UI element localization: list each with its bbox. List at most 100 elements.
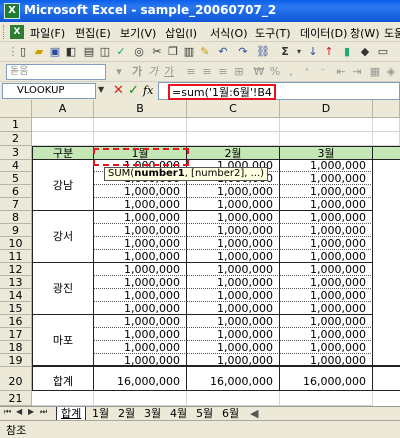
- percent-icon[interactable]: %: [268, 65, 282, 79]
- cell-d11[interactable]: 1,000,000: [280, 250, 373, 263]
- cell-b18[interactable]: 1,000,000: [94, 341, 187, 354]
- table-header-category[interactable]: 구분: [32, 146, 94, 160]
- cell-b14[interactable]: 1,000,000: [94, 289, 187, 302]
- cell-d21[interactable]: [280, 391, 373, 406]
- cell-b11[interactable]: 1,000,000: [94, 250, 187, 263]
- cell-b2[interactable]: [94, 132, 187, 146]
- italic-icon[interactable]: 가: [146, 65, 160, 79]
- decrease-decimal-icon[interactable]: ⁻: [316, 65, 330, 79]
- menu-tools[interactable]: 도구(T): [255, 25, 291, 41]
- cell-b7[interactable]: 1,000,000: [94, 198, 187, 211]
- decrease-indent-icon[interactable]: ⇤: [334, 65, 348, 79]
- menu-file[interactable]: 파일(F): [30, 25, 65, 41]
- row-header-12[interactable]: 12: [0, 263, 32, 276]
- cell-c20[interactable]: 16,000,000: [187, 367, 280, 391]
- chart-wizard-icon[interactable]: ▮: [340, 45, 354, 59]
- cell-a2[interactable]: [32, 132, 94, 146]
- cell-d18[interactable]: 1,000,000: [280, 341, 373, 354]
- menu-edit[interactable]: 편집(E): [75, 25, 111, 41]
- name-box[interactable]: VLOOKUP: [2, 83, 96, 99]
- cell-c6[interactable]: 1,000,000: [187, 185, 280, 198]
- sheet-tab-month-1[interactable]: 1월: [92, 407, 109, 421]
- open-icon[interactable]: ▰: [32, 45, 46, 59]
- col-header-a[interactable]: A: [32, 100, 94, 118]
- autosum-icon[interactable]: Σ: [278, 45, 292, 59]
- currency-icon[interactable]: ₩: [252, 65, 266, 79]
- sheet-tab-month-4[interactable]: 4월: [170, 407, 187, 421]
- cancel-icon[interactable]: ✕: [113, 83, 124, 98]
- cell-c12[interactable]: 1,000,000: [187, 263, 280, 276]
- row-header-20[interactable]: 20: [0, 367, 32, 391]
- cell-b8[interactable]: 1,000,000: [94, 211, 187, 224]
- row-header-9[interactable]: 9: [0, 224, 32, 237]
- cell-d5[interactable]: 1,000,000: [280, 172, 373, 185]
- row-header-3[interactable]: 3: [0, 146, 32, 160]
- col-header-b[interactable]: B: [94, 100, 187, 118]
- row-header-4[interactable]: 4: [0, 160, 32, 172]
- cell-b1[interactable]: [94, 118, 187, 132]
- cell-d12[interactable]: 1,000,000: [280, 263, 373, 276]
- menu-data[interactable]: 데이터(D): [300, 25, 347, 41]
- cell-b19[interactable]: 1,000,000: [94, 354, 187, 367]
- cell-d2[interactable]: [280, 132, 373, 146]
- menu-window[interactable]: 창(W): [350, 25, 380, 41]
- row-header-6[interactable]: 6: [0, 185, 32, 198]
- table-header-month-2[interactable]: 2월: [187, 146, 280, 160]
- cell-b6[interactable]: 1,000,000: [94, 185, 187, 198]
- row-header-18[interactable]: 18: [0, 341, 32, 354]
- sheet-tab-month-2[interactable]: 2월: [118, 407, 135, 421]
- cell-e2[interactable]: [373, 132, 400, 146]
- column-e-area[interactable]: [373, 160, 400, 367]
- cell-d8[interactable]: 1,000,000: [280, 211, 373, 224]
- paste-icon[interactable]: ▥: [182, 45, 196, 59]
- cell-c1[interactable]: [187, 118, 280, 132]
- enter-icon[interactable]: ✓: [128, 83, 139, 98]
- row-header-17[interactable]: 17: [0, 328, 32, 341]
- group-label-3[interactable]: 광진: [32, 263, 94, 315]
- zoom-icon[interactable]: ▭: [376, 45, 390, 59]
- cell-b13[interactable]: 1,000,000: [94, 276, 187, 289]
- print-icon[interactable]: ▤: [82, 45, 96, 59]
- prev-sheet-icon[interactable]: ◀: [16, 407, 22, 416]
- cell-c17[interactable]: 1,000,000: [187, 328, 280, 341]
- cell-c18[interactable]: 1,000,000: [187, 341, 280, 354]
- cell-c15[interactable]: 1,000,000: [187, 302, 280, 315]
- cell-c2[interactable]: [187, 132, 280, 146]
- cell-c16[interactable]: 1,000,000: [187, 315, 280, 328]
- cell-d4[interactable]: 1,000,000: [280, 160, 373, 172]
- row-header-5[interactable]: 5: [0, 172, 32, 185]
- row-header-8[interactable]: 8: [0, 211, 32, 224]
- cell-b12[interactable]: 1,000,000: [94, 263, 187, 276]
- save-icon[interactable]: ▣: [48, 45, 62, 59]
- cell-e1[interactable]: [373, 118, 400, 132]
- cell-c14[interactable]: 1,000,000: [187, 289, 280, 302]
- print-preview-icon[interactable]: ◫: [98, 45, 112, 59]
- last-sheet-icon[interactable]: ⏭: [40, 407, 47, 417]
- cell-d16[interactable]: 1,000,000: [280, 315, 373, 328]
- spelling-icon[interactable]: ✓: [114, 45, 128, 59]
- cut-icon[interactable]: ✂: [150, 45, 164, 59]
- select-all-corner[interactable]: [0, 100, 32, 118]
- cell-d14[interactable]: 1,000,000: [280, 289, 373, 302]
- fill-color-icon[interactable]: ◈: [384, 65, 398, 79]
- format-painter-icon[interactable]: ✎: [198, 45, 212, 59]
- cell-c9[interactable]: 1,000,000: [187, 224, 280, 237]
- underline-icon[interactable]: 가: [162, 65, 176, 79]
- total-label[interactable]: 합계: [32, 367, 94, 391]
- hyperlink-icon[interactable]: ⛓: [256, 45, 270, 59]
- row-header-15[interactable]: 15: [0, 302, 32, 315]
- menu-help[interactable]: 도움: [384, 25, 400, 41]
- tab-split-handle[interactable]: ◀: [250, 407, 258, 421]
- cell-b17[interactable]: 1,000,000: [94, 328, 187, 341]
- cell-d10[interactable]: 1,000,000: [280, 237, 373, 250]
- cell-d19[interactable]: 1,000,000: [280, 354, 373, 367]
- row-header-19[interactable]: 19: [0, 354, 32, 367]
- group-label-2[interactable]: 강서: [32, 211, 94, 263]
- merge-center-icon[interactable]: ⊞: [232, 65, 246, 79]
- first-sheet-icon[interactable]: ⏮: [4, 407, 11, 417]
- sort-desc-icon[interactable]: ↑: [322, 45, 336, 59]
- undo-icon[interactable]: ↶: [216, 45, 230, 59]
- cell-b15[interactable]: 1,000,000: [94, 302, 187, 315]
- sheet-tab-month-6[interactable]: 6월: [222, 407, 239, 421]
- align-right-icon[interactable]: ≡: [216, 65, 230, 79]
